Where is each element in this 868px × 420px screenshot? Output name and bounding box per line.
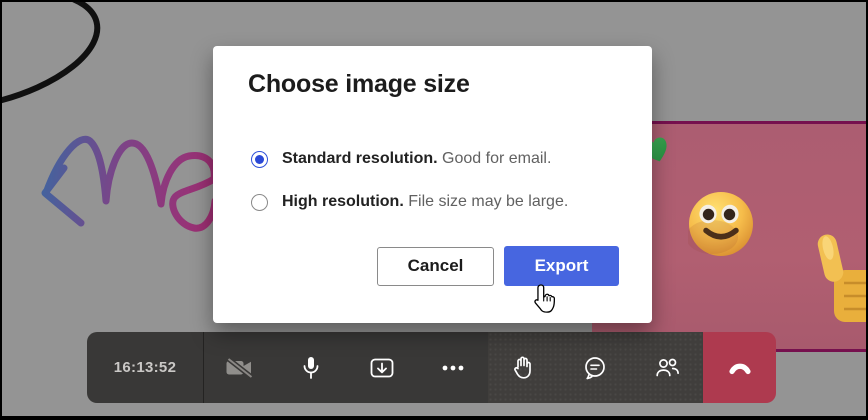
participants-button[interactable]: [635, 332, 699, 403]
meeting-timer: 16:13:52: [87, 332, 204, 403]
meeting-timer-value: 16:13:52: [114, 359, 176, 376]
raise-hand-icon: [511, 354, 536, 381]
radio-option-high[interactable]: High resolution. File size may be large.: [251, 190, 568, 214]
standard-label-note: Good for email.: [442, 150, 551, 167]
cancel-button[interactable]: Cancel: [377, 247, 494, 286]
thumbs-up-emoji[interactable]: [814, 232, 866, 328]
ellipsis-icon: [440, 356, 466, 380]
dialog-button-row: Cancel Export: [377, 246, 619, 286]
radio-option-standard[interactable]: Standard resolution. Good for email.: [251, 147, 551, 171]
more-options-button[interactable]: [421, 332, 485, 403]
radio-high-label: High resolution. File size may be large.: [282, 193, 568, 211]
standard-label-bold: Standard resolution.: [282, 150, 438, 167]
hang-up-phone-icon: [725, 356, 755, 380]
chat-button[interactable]: [563, 332, 627, 403]
participants-icon: [654, 355, 681, 380]
ink-me-scribble: [45, 139, 215, 228]
smiley-emoji[interactable]: [688, 191, 754, 257]
microphone-button[interactable]: [279, 332, 343, 403]
dialog-title: Choose image size: [248, 70, 470, 99]
radio-standard-label: Standard resolution. Good for email.: [282, 150, 551, 168]
radio-standard-selected[interactable]: [251, 151, 268, 168]
export-dialog: Choose image size Standard resolution. G…: [213, 46, 652, 323]
radio-high-unselected[interactable]: [251, 194, 268, 211]
camera-off-button[interactable]: [208, 332, 272, 403]
raise-hand-button[interactable]: [492, 332, 556, 403]
download-button[interactable]: [350, 332, 414, 403]
microphone-icon: [299, 355, 323, 381]
download-icon: [369, 356, 395, 380]
whiteboard-canvas[interactable]: 16:13:52: [0, 0, 868, 420]
high-label-note: File size may be large.: [408, 193, 568, 210]
export-button[interactable]: Export: [504, 246, 619, 286]
high-label-bold: High resolution.: [282, 193, 404, 210]
ink-ellipse: [2, 2, 109, 129]
hang-up-button[interactable]: [703, 332, 776, 403]
toolbar-device-section: [204, 332, 488, 403]
camera-off-icon: [225, 356, 255, 380]
chat-icon: [582, 355, 608, 381]
toolbar-engagement-section: [488, 332, 703, 403]
meeting-toolbar: 16:13:52: [87, 332, 776, 403]
